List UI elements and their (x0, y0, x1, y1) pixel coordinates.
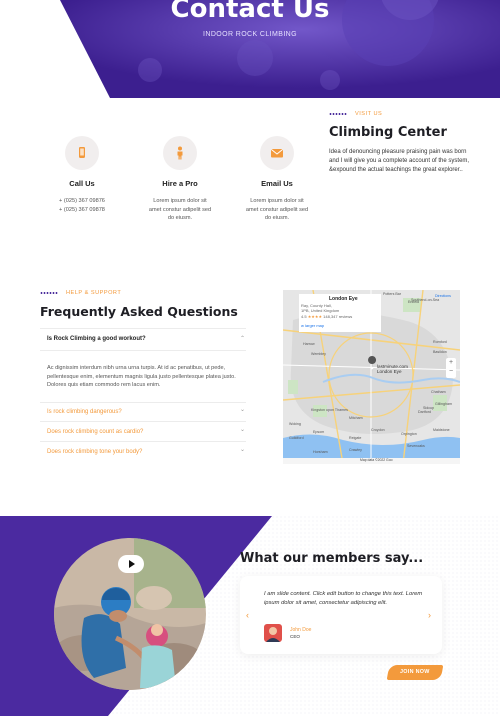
testimonial-quote: I am slide content. Click edit button to… (264, 591, 423, 606)
contact-card-hire: Hire a Pro Lorem ipsum dolor sit amet co… (130, 136, 230, 223)
card-line: amet constur adipelit sed (245, 206, 309, 213)
faq-eyebrow: HELP & SUPPORT (40, 290, 121, 296)
person-icon (177, 146, 183, 160)
divider (40, 328, 246, 329)
faq-title: Frequently Asked Questions (40, 304, 238, 319)
map-rating: 4.5 ★★★★ 148,347 reviews (301, 314, 352, 319)
divider (40, 402, 246, 403)
map-label: Maidstone (433, 428, 450, 432)
phone-number[interactable]: + (025) 367 09878 (32, 206, 132, 215)
eyebrow-label: VISIT US (355, 111, 383, 117)
zoom-controls[interactable]: + − (446, 358, 456, 378)
map-label: Sevenoaks (407, 444, 425, 448)
map-label: Guildford (289, 436, 304, 440)
map-address-2: 1PB, United Kingdom (301, 308, 340, 313)
card-line: do eiusm. (167, 215, 193, 221)
map-label: Epsom (313, 430, 325, 434)
larger-map-link[interactable]: w larger map (301, 323, 324, 328)
play-button[interactable] (118, 555, 144, 573)
map-label: Wembley (311, 352, 326, 356)
chevron-down-icon[interactable]: ⌄ (240, 406, 245, 413)
envelope-icon-badge (260, 136, 294, 170)
eyebrow-label: HELP & SUPPORT (66, 290, 122, 296)
avatar (264, 624, 282, 642)
visit-title: Climbing Center (329, 125, 447, 140)
card-line: Lorem ipsum dolor sit (153, 198, 207, 204)
map-label: Dartford (418, 410, 431, 414)
map-label: Chatham (431, 390, 446, 394)
map-label: Croydon (371, 428, 385, 432)
map-label: Romford (433, 340, 447, 344)
testimonial-role: CEO (290, 634, 300, 639)
play-icon (129, 560, 135, 568)
rating-value: 4.5 (301, 314, 307, 319)
map-label: Orpington (401, 432, 417, 436)
divider (40, 441, 246, 442)
testimonial-card: I am slide content. Click edit button to… (240, 576, 442, 654)
testimonial-author: John Doe (290, 627, 312, 633)
avatar-image (264, 624, 282, 642)
card-line: Lorem ipsum dolor sit (250, 198, 304, 204)
person-icon-badge (163, 136, 197, 170)
join-now-button[interactable]: JOIN NOW (386, 665, 444, 680)
card-text: + (025) 367 09876 + (025) 367 09878 (32, 197, 132, 214)
map-label: Potters Bar (383, 292, 401, 296)
star-icon: ★★★★ (307, 314, 323, 319)
pin-label: London Eye (377, 369, 402, 374)
faq-question[interactable]: Does rock climbing count as cardio? (47, 429, 143, 435)
map-footer: Map data ©2022 Goo (360, 458, 393, 462)
map-label: Reigate (349, 436, 362, 440)
map-label: Mitcham (349, 416, 363, 420)
next-arrow-icon[interactable]: › (428, 610, 431, 620)
map-place-name: London Eye (329, 296, 358, 302)
map-label: Southend-on-Sea (411, 298, 440, 302)
contact-card-call: Call Us + (025) 367 09876 + (025) 367 09… (32, 136, 132, 214)
map-label: Sidcup (423, 406, 434, 410)
map-label: Horsham (313, 450, 328, 454)
testimonial-title: What our members say... (240, 551, 424, 566)
card-text: Lorem ipsum dolor sit amet constur adipe… (130, 197, 230, 223)
phone-number[interactable]: + (025) 367 09876 (32, 197, 132, 206)
faq-question[interactable]: Does rock climbing tone your body? (47, 449, 142, 455)
join-now-label: JOIN NOW (400, 669, 430, 675)
page-subtitle: INDOOR ROCK CLIMBING (203, 31, 297, 38)
contact-card-email: Email Us Lorem ipsum dolor sit amet cons… (227, 136, 327, 223)
card-title: Hire a Pro (162, 179, 198, 188)
card-line: amet constur adipelit sed (148, 206, 212, 213)
card-title: Email Us (261, 179, 293, 188)
faq-question[interactable]: Is rock climbing dangerous? (47, 409, 122, 415)
phone-icon-badge (65, 136, 99, 170)
prev-arrow-icon[interactable]: ‹ (246, 610, 249, 620)
dots-decoration (40, 291, 58, 294)
page-title: Contact Us (170, 0, 330, 24)
map-label: Kingston upon Thames (311, 408, 348, 412)
card-line: do eiusm. (264, 215, 290, 221)
chevron-down-icon[interactable]: ⌄ (240, 446, 245, 453)
divider (40, 350, 246, 351)
map-label: Basildon (433, 350, 447, 354)
visit-text: Idea of denouncing pleasure praising pai… (329, 149, 470, 174)
envelope-icon (270, 149, 284, 158)
map-label: Gillingham (435, 402, 452, 406)
chevron-down-icon[interactable]: ⌄ (240, 426, 245, 433)
divider (40, 421, 246, 422)
card-text: Lorem ipsum dolor sit amet constur adipe… (227, 197, 327, 223)
phone-icon (79, 147, 85, 158)
map-label: Crawley (349, 448, 362, 452)
map-label: Woking (289, 422, 301, 426)
faq-question[interactable]: Is Rock Climbing a good workout? (47, 336, 146, 342)
dots-decoration (329, 112, 347, 115)
visit-eyebrow: VISIT US (329, 111, 382, 117)
map-label: Harrow (303, 342, 315, 346)
embedded-map[interactable]: London Eye Ray, County Hall, 1PB, United… (283, 290, 460, 464)
map-pin-label: lastminute.com London Eye (377, 364, 408, 374)
chevron-up-icon[interactable]: ⌃ (240, 335, 245, 342)
faq-answer: Ac dignissim interdum nibh urna urna tur… (47, 365, 236, 389)
reviews-count[interactable]: 148,347 reviews (323, 314, 352, 319)
card-title: Call Us (69, 179, 95, 188)
hero-banner: Contact Us INDOOR ROCK CLIMBING (0, 0, 500, 98)
